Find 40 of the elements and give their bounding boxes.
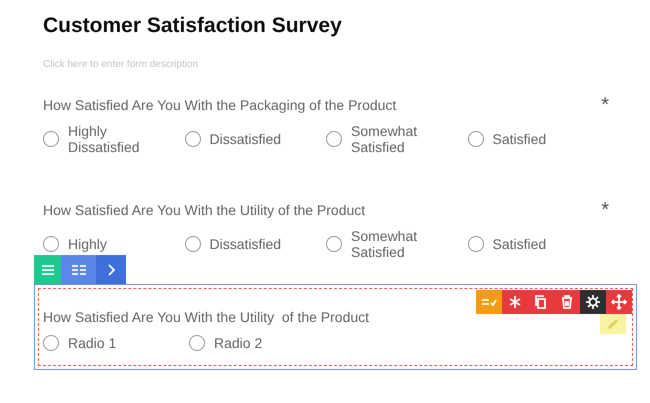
- delete-button[interactable]: [554, 290, 580, 314]
- option-label: Somewhat Satisfied: [351, 123, 418, 155]
- radio-button[interactable]: [468, 131, 484, 147]
- option-label: Satisfied: [492, 131, 548, 147]
- radio-button[interactable]: [43, 236, 59, 252]
- copy-icon: [533, 294, 549, 310]
- required-mark: *: [601, 203, 609, 217]
- settings-icon: [585, 294, 601, 310]
- trash-icon: [559, 294, 575, 310]
- option-label: Radio 2: [214, 335, 264, 351]
- radio-button[interactable]: [43, 131, 59, 147]
- radio-button[interactable]: [326, 131, 342, 147]
- question-text: How Satisfied Are You With the Packaging of the Product: [43, 97, 396, 113]
- move-icon: [611, 294, 627, 310]
- required-mark: *: [601, 98, 609, 112]
- required-button[interactable]: [502, 290, 528, 314]
- validation-button[interactable]: [476, 290, 502, 314]
- option-label: Highly Dissatisfied: [68, 123, 141, 155]
- option-label: Dissatisfied: [210, 131, 282, 147]
- radio-button[interactable]: [326, 236, 342, 252]
- asterisk-icon: [507, 294, 523, 310]
- option-label: Dissatisfied: [210, 236, 282, 252]
- settings-button[interactable]: [580, 290, 606, 314]
- question-text: How Satisfied Are You With the Utility of the Product: [43, 309, 370, 325]
- radio-button[interactable]: [43, 335, 59, 351]
- option-label: Radio 1: [68, 335, 118, 351]
- menu-button[interactable]: [34, 255, 61, 284]
- option-label: Highly: [68, 236, 108, 252]
- question-text: How Satisfied Are You With the Utility of the Product: [43, 202, 366, 218]
- radio-button[interactable]: [184, 131, 200, 147]
- radio-button[interactable]: [189, 335, 205, 351]
- columns-button[interactable]: [61, 255, 96, 284]
- radio-button[interactable]: [468, 236, 484, 252]
- next-button[interactable]: [96, 255, 126, 284]
- option-label: Satisfied: [492, 236, 548, 252]
- option-label: Somewhat Satisfied: [351, 228, 418, 260]
- move-button[interactable]: [606, 290, 632, 314]
- form-title: Customer Satisfaction Survey: [43, 13, 343, 39]
- radio-button[interactable]: [184, 236, 200, 252]
- pencil-icon: [606, 317, 620, 331]
